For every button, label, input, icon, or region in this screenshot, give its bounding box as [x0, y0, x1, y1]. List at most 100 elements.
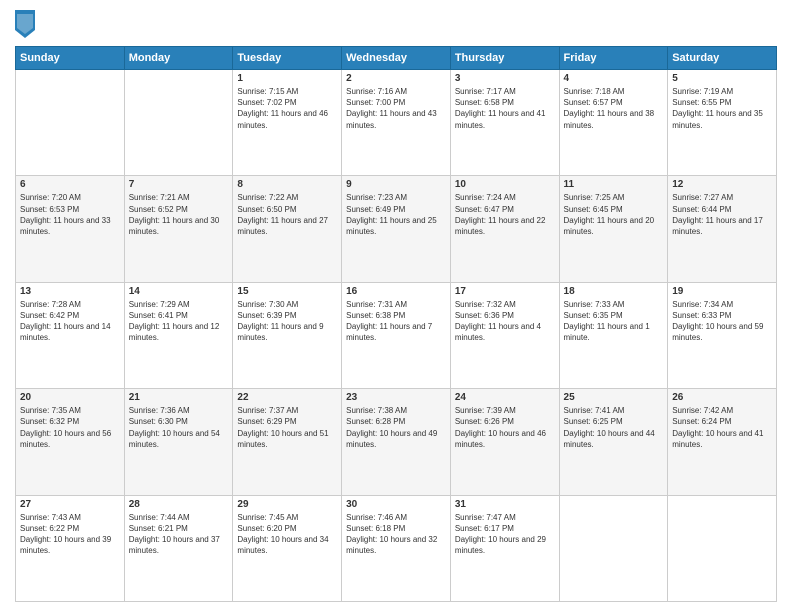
day-info: Sunrise: 7:43 AM Sunset: 6:22 PM Dayligh…: [20, 512, 120, 557]
calendar-cell: 31 Sunrise: 7:47 AM Sunset: 6:17 PM Dayli…: [450, 495, 559, 601]
calendar-cell: 20Sunrise: 7:35 AM Sunset: 6:32 PM Dayli…: [16, 389, 125, 495]
day-info: Sunrise: 7:19 AM Sunset: 6:55 PM Dayligh…: [672, 86, 772, 131]
day-number: 8: [237, 179, 337, 190]
day-info: Sunrise: 7:44 AM Sunset: 6:21 PM Dayligh…: [129, 512, 229, 557]
day-info: Sunrise: 7:32 AM Sunset: 6:36 PM Dayligh…: [455, 299, 555, 344]
calendar-cell: 7 Sunrise: 7:21 AM Sunset: 6:52 PM Daylig…: [124, 176, 233, 282]
day-info: Sunrise: 7:33 AM Sunset: 6:35 PM Dayligh…: [564, 299, 664, 344]
calendar-cell: 25 Sunrise: 7:41 AM Sunset: 6:25 PM Dayli…: [559, 389, 668, 495]
logo-icon: [15, 10, 35, 38]
logo: [15, 10, 37, 38]
day-info: Sunrise: 7:18 AM Sunset: 6:57 PM Dayligh…: [564, 86, 664, 131]
calendar-cell: [16, 70, 125, 176]
calendar-cell: 12Sunrise: 7:27 AM Sunset: 6:44 PM Dayli…: [668, 176, 777, 282]
calendar-cell: 5 Sunrise: 7:19 AM Sunset: 6:55 PM Daylig…: [668, 70, 777, 176]
calendar-week-row: 6Sunrise: 7:20 AM Sunset: 6:53 PM Daylig…: [16, 176, 777, 282]
calendar-cell: 10 Sunrise: 7:24 AM Sunset: 6:47 PM Dayli…: [450, 176, 559, 282]
day-number: 14: [129, 286, 229, 297]
day-info: Sunrise: 7:27 AM Sunset: 6:44 PM Dayligh…: [672, 192, 772, 237]
day-info: Sunrise: 7:38 AM Sunset: 6:28 PM Dayligh…: [346, 405, 446, 450]
header-friday: Friday: [559, 47, 668, 70]
header-tuesday: Tuesday: [233, 47, 342, 70]
day-number: 5: [672, 73, 772, 84]
day-info: Sunrise: 7:42 AM Sunset: 6:24 PM Dayligh…: [672, 405, 772, 450]
calendar-week-row: 1 Sunrise: 7:15 AM Sunset: 7:02 PM Daylig…: [16, 70, 777, 176]
day-info: Sunrise: 7:23 AM Sunset: 6:49 PM Dayligh…: [346, 192, 446, 237]
day-number: 19: [672, 286, 772, 297]
calendar-cell: 1 Sunrise: 7:15 AM Sunset: 7:02 PM Daylig…: [233, 70, 342, 176]
calendar-cell: 17 Sunrise: 7:32 AM Sunset: 6:36 PM Dayli…: [450, 282, 559, 388]
calendar-cell: 11 Sunrise: 7:25 AM Sunset: 6:45 PM Dayli…: [559, 176, 668, 282]
day-number: 28: [129, 499, 229, 510]
calendar-cell: 14 Sunrise: 7:29 AM Sunset: 6:41 PM Dayli…: [124, 282, 233, 388]
day-info: Sunrise: 7:36 AM Sunset: 6:30 PM Dayligh…: [129, 405, 229, 450]
page: Sunday Monday Tuesday Wednesday Thursday…: [0, 0, 792, 612]
day-info: Sunrise: 7:39 AM Sunset: 6:26 PM Dayligh…: [455, 405, 555, 450]
day-number: 6: [20, 179, 120, 190]
calendar-cell: 13 Sunrise: 7:28 AM Sunset: 6:42 PM Dayli…: [16, 282, 125, 388]
calendar-table: Sunday Monday Tuesday Wednesday Thursday…: [15, 46, 777, 602]
day-info: Sunrise: 7:46 AM Sunset: 6:18 PM Dayligh…: [346, 512, 446, 557]
calendar-cell: [124, 70, 233, 176]
calendar-cell: 27 Sunrise: 7:43 AM Sunset: 6:22 PM Dayli…: [16, 495, 125, 601]
day-number: 17: [455, 286, 555, 297]
day-info: Sunrise: 7:34 AM Sunset: 6:33 PM Dayligh…: [672, 299, 772, 344]
calendar-cell: 24 Sunrise: 7:39 AM Sunset: 6:26 PM Dayli…: [450, 389, 559, 495]
day-number: 10: [455, 179, 555, 190]
day-info: Sunrise: 7:29 AM Sunset: 6:41 PM Dayligh…: [129, 299, 229, 344]
day-number: 30: [346, 499, 446, 510]
day-number: 9: [346, 179, 446, 190]
day-info: Sunrise: 7:31 AM Sunset: 6:38 PM Dayligh…: [346, 299, 446, 344]
day-info: Sunrise: 7:45 AM Sunset: 6:20 PM Dayligh…: [237, 512, 337, 557]
day-number: 25: [564, 392, 664, 403]
day-info: Sunrise: 7:28 AM Sunset: 6:42 PM Dayligh…: [20, 299, 120, 344]
calendar-cell: 2 Sunrise: 7:16 AM Sunset: 7:00 PM Daylig…: [342, 70, 451, 176]
weekday-header-row: Sunday Monday Tuesday Wednesday Thursday…: [16, 47, 777, 70]
day-number: 16: [346, 286, 446, 297]
day-number: 29: [237, 499, 337, 510]
day-number: 18: [564, 286, 664, 297]
calendar-week-row: 13 Sunrise: 7:28 AM Sunset: 6:42 PM Dayli…: [16, 282, 777, 388]
day-info: Sunrise: 7:25 AM Sunset: 6:45 PM Dayligh…: [564, 192, 664, 237]
day-number: 21: [129, 392, 229, 403]
day-number: 11: [564, 179, 664, 190]
calendar-cell: 15Sunrise: 7:30 AM Sunset: 6:39 PM Dayli…: [233, 282, 342, 388]
day-info: Sunrise: 7:24 AM Sunset: 6:47 PM Dayligh…: [455, 192, 555, 237]
calendar-cell: 9 Sunrise: 7:23 AM Sunset: 6:49 PM Daylig…: [342, 176, 451, 282]
calendar-cell: 8 Sunrise: 7:22 AM Sunset: 6:50 PM Daylig…: [233, 176, 342, 282]
calendar-week-row: 20Sunrise: 7:35 AM Sunset: 6:32 PM Dayli…: [16, 389, 777, 495]
calendar-cell: 21 Sunrise: 7:36 AM Sunset: 6:30 PM Dayli…: [124, 389, 233, 495]
calendar-cell: 16 Sunrise: 7:31 AM Sunset: 6:38 PM Dayli…: [342, 282, 451, 388]
day-info: Sunrise: 7:17 AM Sunset: 6:58 PM Dayligh…: [455, 86, 555, 131]
day-number: 13: [20, 286, 120, 297]
day-number: 31: [455, 499, 555, 510]
day-number: 26: [672, 392, 772, 403]
calendar-cell: [559, 495, 668, 601]
day-number: 3: [455, 73, 555, 84]
day-number: 7: [129, 179, 229, 190]
calendar-cell: 19 Sunrise: 7:34 AM Sunset: 6:33 PM Dayli…: [668, 282, 777, 388]
calendar-cell: 18 Sunrise: 7:33 AM Sunset: 6:35 PM Dayli…: [559, 282, 668, 388]
day-info: Sunrise: 7:35 AM Sunset: 6:32 PM Dayligh…: [20, 405, 120, 450]
calendar-cell: 29 Sunrise: 7:45 AM Sunset: 6:20 PM Dayli…: [233, 495, 342, 601]
day-number: 1: [237, 73, 337, 84]
day-number: 15: [237, 286, 337, 297]
day-number: 2: [346, 73, 446, 84]
day-info: Sunrise: 7:22 AM Sunset: 6:50 PM Dayligh…: [237, 192, 337, 237]
day-number: 24: [455, 392, 555, 403]
day-info: Sunrise: 7:16 AM Sunset: 7:00 PM Dayligh…: [346, 86, 446, 131]
calendar-cell: 4 Sunrise: 7:18 AM Sunset: 6:57 PM Daylig…: [559, 70, 668, 176]
header-sunday: Sunday: [16, 47, 125, 70]
header-saturday: Saturday: [668, 47, 777, 70]
calendar-week-row: 27 Sunrise: 7:43 AM Sunset: 6:22 PM Dayli…: [16, 495, 777, 601]
day-number: 27: [20, 499, 120, 510]
day-number: 23: [346, 392, 446, 403]
day-info: Sunrise: 7:15 AM Sunset: 7:02 PM Dayligh…: [237, 86, 337, 131]
header-monday: Monday: [124, 47, 233, 70]
day-info: Sunrise: 7:41 AM Sunset: 6:25 PM Dayligh…: [564, 405, 664, 450]
day-info: Sunrise: 7:21 AM Sunset: 6:52 PM Dayligh…: [129, 192, 229, 237]
header: [15, 10, 777, 38]
calendar-cell: 23 Sunrise: 7:38 AM Sunset: 6:28 PM Dayli…: [342, 389, 451, 495]
day-info: Sunrise: 7:47 AM Sunset: 6:17 PM Dayligh…: [455, 512, 555, 557]
day-number: 4: [564, 73, 664, 84]
